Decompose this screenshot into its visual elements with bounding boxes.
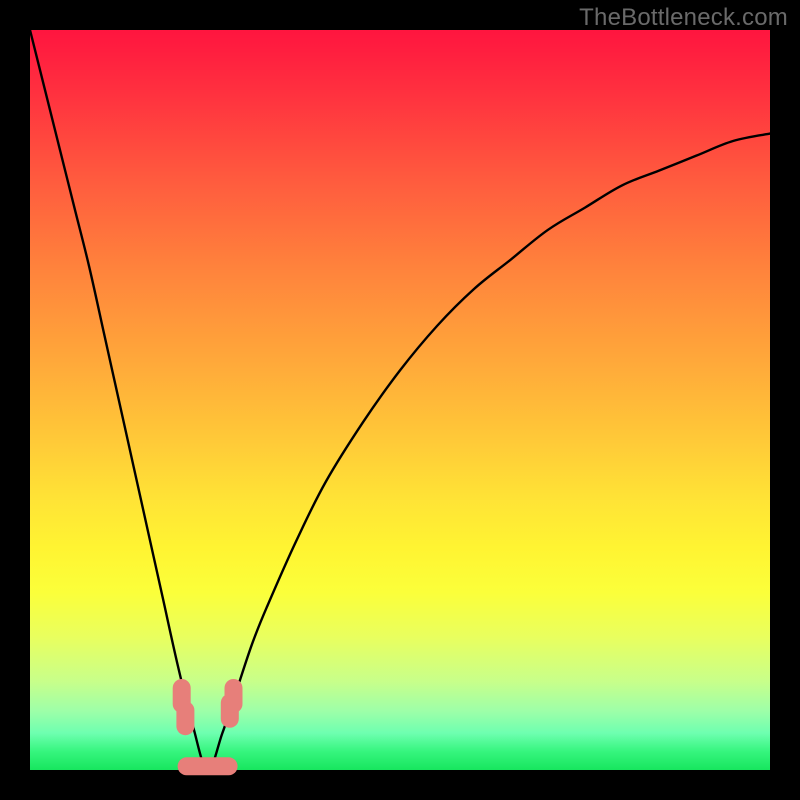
- plot-area: [30, 30, 770, 770]
- bottom-blob: [178, 757, 238, 775]
- curve-layer: [30, 30, 770, 770]
- left-cluster-b: [176, 701, 194, 735]
- marker-layer: [173, 679, 243, 775]
- watermark-text: TheBottleneck.com: [579, 4, 788, 32]
- right-cluster-b: [225, 679, 243, 713]
- bottleneck-curve: [30, 30, 770, 770]
- chart-frame: TheBottleneck.com: [0, 0, 800, 800]
